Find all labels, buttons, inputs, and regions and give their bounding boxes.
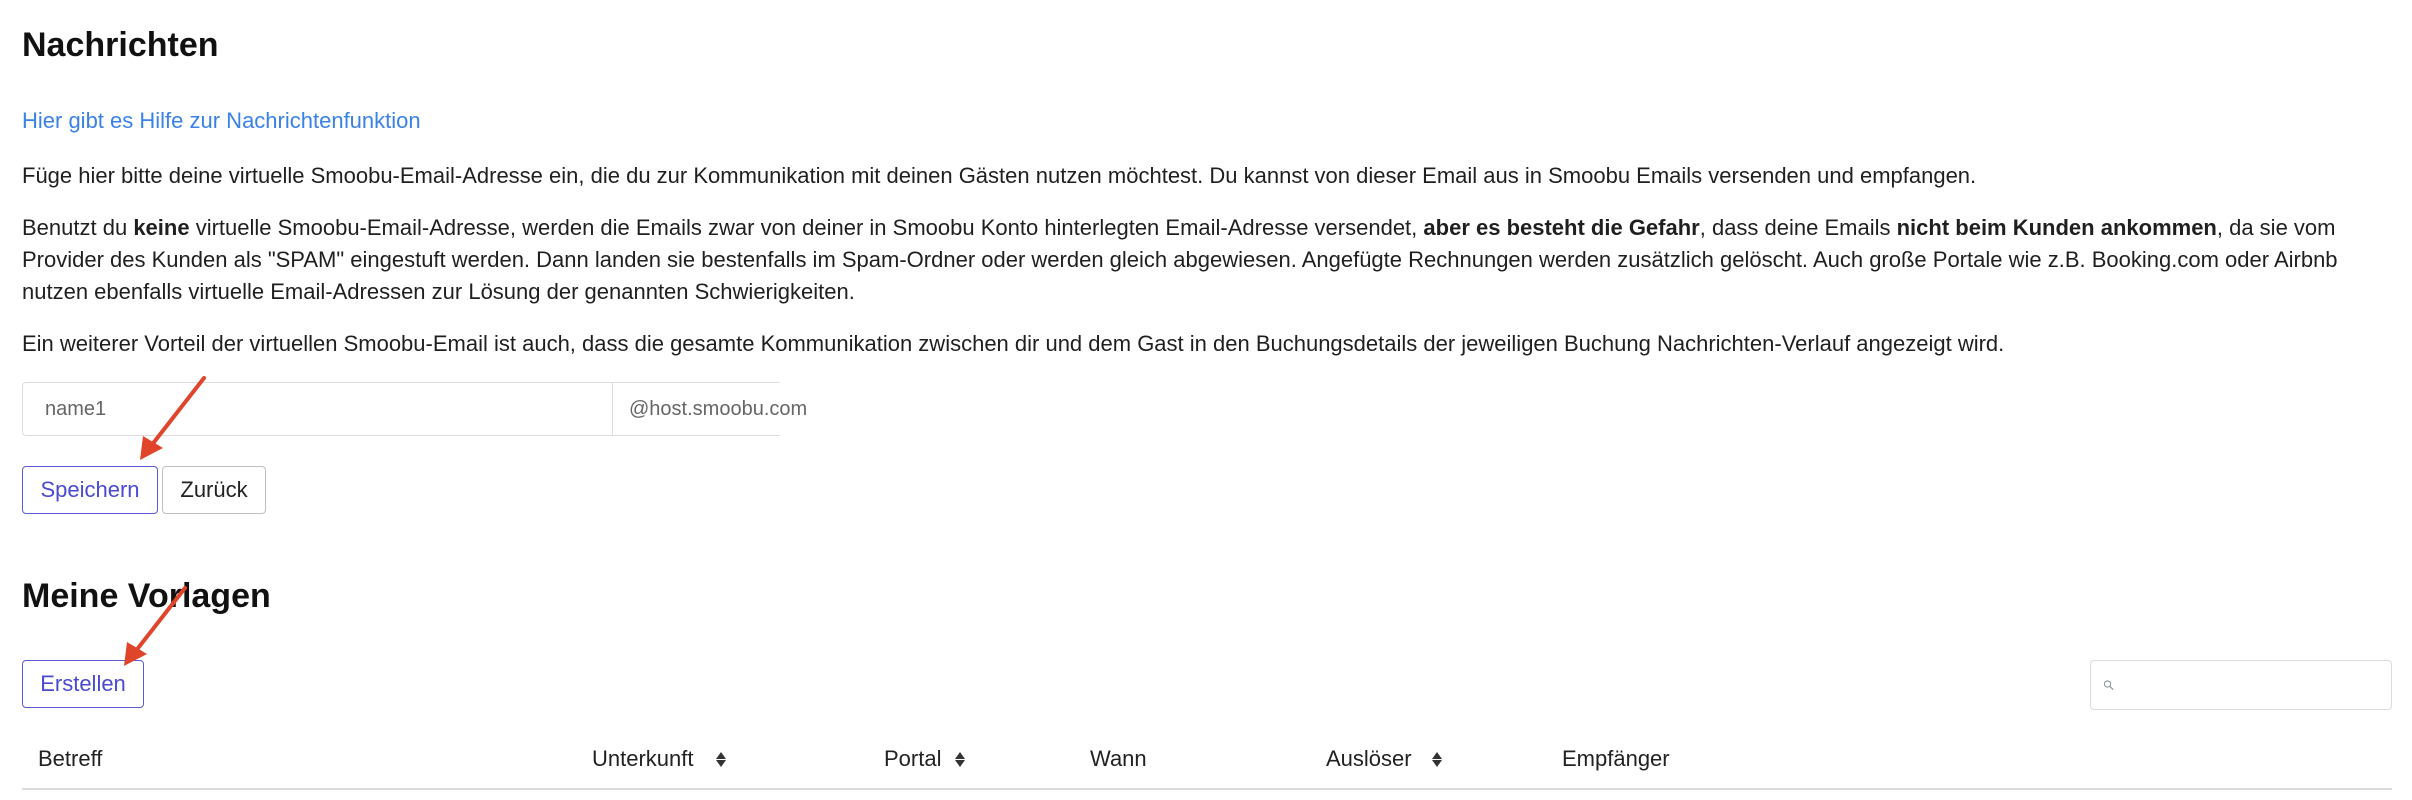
advantage-text: Ein weiterer Vorteil der virtuellen Smoo… xyxy=(22,331,2005,356)
email-name-input[interactable] xyxy=(23,383,613,435)
column-header-label: Empfänger xyxy=(1562,746,1670,771)
page-title: Nachrichten xyxy=(22,26,219,64)
column-header-label: Auslöser xyxy=(1326,746,1412,771)
column-header-wann[interactable]: Wann xyxy=(1090,746,1147,772)
warning-text-part: Benutzt du xyxy=(22,215,134,240)
search-input[interactable] xyxy=(2122,660,2391,710)
templates-title: Meine Vorlagen xyxy=(22,577,271,615)
back-button[interactable]: Zurück xyxy=(162,466,266,514)
warning-text-part: , dass deine Emails xyxy=(1699,215,1897,240)
template-search[interactable] xyxy=(2090,660,2392,710)
warning-bold-gefahr: aber es besteht die Gefahr xyxy=(1423,215,1700,240)
sort-icon[interactable] xyxy=(955,751,966,767)
templates-table-header: Betreff Unterkunft Portal Wann Auslöser … xyxy=(22,738,2392,790)
warning-bold-keine: keine xyxy=(133,215,190,240)
email-domain-suffix: @host.smoobu.com xyxy=(613,383,808,435)
column-header-label: Portal xyxy=(884,746,942,771)
save-button[interactable]: Speichern xyxy=(22,466,158,514)
warning-text-part: virtuelle Smoobu-Email-Adresse, werden d… xyxy=(189,215,1424,240)
warning-bold-nicht-ankommen: nicht beim Kunden ankommen xyxy=(1896,215,2217,240)
intro-text: Füge hier bitte deine virtuelle Smoobu-E… xyxy=(22,163,1977,188)
search-icon xyxy=(2103,680,2114,690)
column-header-label: Wann xyxy=(1090,746,1147,771)
email-input-group: @host.smoobu.com xyxy=(22,382,808,436)
help-link[interactable]: Hier gibt es Hilfe zur Nachrichtenfunkti… xyxy=(22,108,421,134)
sort-icon[interactable] xyxy=(715,751,726,767)
warning-text: Benutzt du keine virtuelle Smoobu-Email-… xyxy=(22,212,2392,308)
column-header-portal[interactable]: Portal xyxy=(884,746,966,772)
column-header-label: Betreff xyxy=(38,746,103,771)
create-template-button[interactable]: Erstellen xyxy=(22,660,144,708)
column-header-betreff[interactable]: Betreff xyxy=(38,746,102,772)
column-header-unterkunft[interactable]: Unterkunft xyxy=(592,746,726,772)
column-header-empfaenger[interactable]: Empfänger xyxy=(1562,746,1670,772)
sort-icon[interactable] xyxy=(1431,751,1442,767)
column-header-ausloeser[interactable]: Auslöser xyxy=(1326,746,1442,772)
column-header-label: Unterkunft xyxy=(592,746,694,771)
